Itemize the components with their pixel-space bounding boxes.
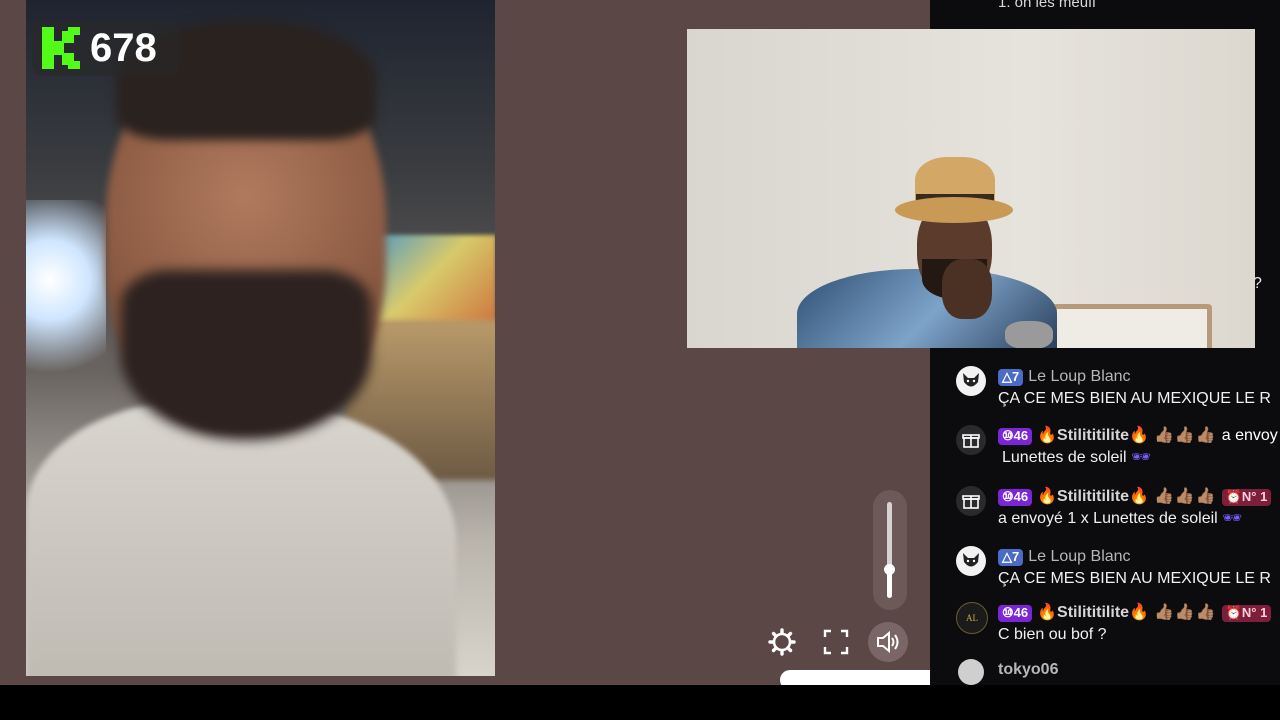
sunglasses-emoji: 🕶 [1130,449,1152,466]
gear-icon [768,628,796,656]
chat-message: △7 Le Loup Blanc ÇA CE MES BIEN AU MEXIQ… [956,366,1280,410]
subscriber-badge: ⑩46 [998,488,1033,506]
legend-avatar[interactable]: AL [956,602,988,634]
main-video-feed[interactable] [26,0,495,676]
chat-text: ÇA CE MES BIEN AU MEXIQUE LE R [998,390,1271,407]
chat-gift-message: ⑩46 🔥Stilititilite🔥 👍🏽👍🏽👍🏽 ⏰N° 1 a envoy… [956,486,1280,530]
street-light [26,200,106,400]
wolf-avatar[interactable] [956,366,986,396]
chat-message-partial: 1. oñ les meufl [998,0,1096,11]
chat-username[interactable]: tokyo06 [998,659,1058,681]
chat-message: △7 Le Loup Blanc ÇA CE MES BIEN AU MEXIQ… [956,546,1280,590]
volume-knob[interactable] [884,564,895,575]
guest-hand [942,259,992,319]
volume-button[interactable] [868,622,908,662]
fullscreen-icon [823,629,849,655]
rank-badge: ⏰N° 1 [1221,604,1272,622]
chat-text: ÇA CE MES BIEN AU MEXIQUE LE R [998,570,1271,587]
hands-emoji: 👍🏽👍🏽👍🏽 [1153,488,1217,505]
subscriber-badge: ⑩46 [998,427,1033,445]
chat-text: a envoyé 1 x Lunettes de soleil [998,510,1218,527]
level-badge: △7 [998,548,1024,566]
settings-button[interactable] [762,622,802,662]
hands-emoji: 👍🏽👍🏽👍🏽 [1153,604,1217,621]
pip-video-feed[interactable] [687,29,1255,348]
bottom-bar [0,685,1280,720]
viewer-counter: 678 [32,20,180,76]
streamer-shirt [26,400,456,676]
gift-action-text: a envoy [1221,427,1278,444]
speaker-icon [877,630,899,654]
chat-username[interactable]: 🔥Stilititilite🔥 [1037,602,1149,624]
rank-badge: ⏰N° 1 [1221,488,1272,506]
level-badge: △7 [998,368,1024,386]
hat-brim [895,197,1013,223]
fullscreen-button[interactable] [816,622,856,662]
svg-text:AL: AL [966,613,978,623]
subscriber-badge: ⑩46 [998,604,1033,622]
plain-avatar[interactable] [958,659,984,685]
hands-emoji: 👍🏽👍🏽👍🏽 [1153,427,1217,444]
wolf-avatar[interactable] [956,546,986,576]
chat-username[interactable]: Le Loup Blanc [1028,366,1130,388]
chair [1052,304,1212,348]
chat-username[interactable]: 🔥Stilititilite🔥 [1037,425,1149,447]
chat-text: C bien ou bof ? [998,626,1107,643]
kick-logo-icon [42,27,80,69]
sunglasses-emoji: 🕶 [1222,510,1243,527]
chat-username[interactable]: Le Loup Blanc [1028,546,1130,568]
gift-icon [956,486,986,516]
chat-message: AL ⑩46 🔥Stilititilite🔥 👍🏽👍🏽👍🏽 ⏰N° 1 C bi… [956,602,1280,646]
microphone [1005,321,1053,348]
chat-text: Lunettes de soleil [1002,449,1127,466]
viewer-count: 678 [90,25,157,70]
streamer-beard [121,270,371,440]
gift-icon [956,425,986,455]
chat-username[interactable]: 🔥Stilititilite🔥 [1037,486,1149,508]
chat-message: tokyo06 [958,659,1280,685]
chat-gift-message: ⑩46 🔥Stilititilite🔥 👍🏽👍🏽👍🏽 a envoy Lunet… [956,425,1280,469]
